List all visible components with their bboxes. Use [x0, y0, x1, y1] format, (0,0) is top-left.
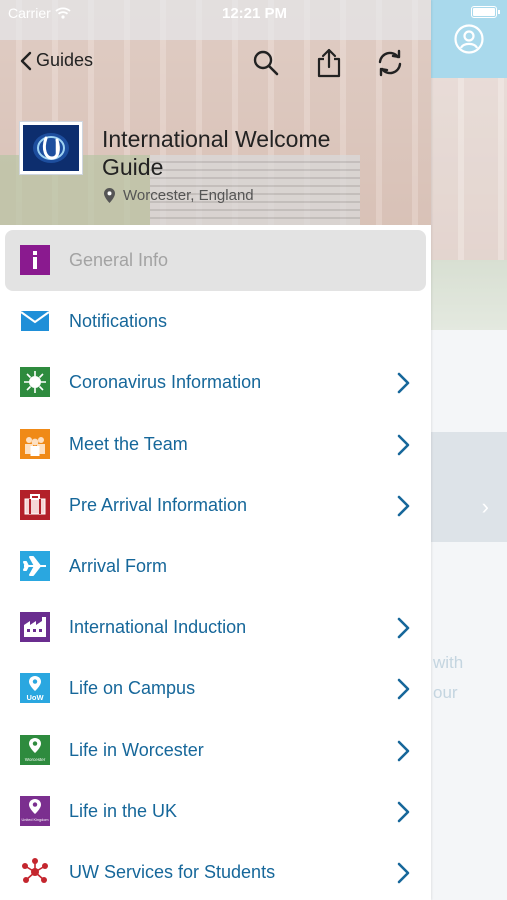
menu-item-general-info[interactable]: General Info — [5, 230, 426, 292]
info-icon — [20, 245, 50, 275]
background-text: with — [433, 653, 464, 672]
menu-item-label: Coronavirus Information — [69, 372, 262, 393]
chevron-right-icon — [397, 373, 410, 394]
background-text: our — [433, 683, 458, 702]
network-icon — [20, 856, 50, 887]
menu-item-arrival-form[interactable]: Arrival Form — [0, 536, 431, 597]
badge-text: Worcester — [25, 757, 46, 762]
airplane-icon — [20, 550, 50, 581]
guide-menu: General Info Notifications Coronavirus I… — [0, 230, 431, 900]
carrier: Carrier — [8, 5, 71, 21]
badge-text: UoW — [26, 693, 44, 702]
chevron-right-icon: › — [481, 494, 489, 519]
search-icon — [253, 50, 279, 76]
wifi-icon — [55, 7, 71, 19]
uow-pin-icon: UoW — [20, 673, 50, 704]
worcester-pin-icon: Worcester — [20, 734, 50, 765]
drawer-header: Guides International Welcome Guide Worce… — [0, 0, 431, 225]
back-button[interactable]: Guides — [20, 50, 93, 71]
chevron-right-icon — [397, 801, 410, 822]
uk-pin-icon: United Kingdom — [20, 795, 50, 826]
chevron-right-icon — [397, 679, 410, 700]
guide-location: Worcester, England — [104, 187, 254, 204]
menu-item-life-in-the-uk[interactable]: United Kingdom Life in the UK — [0, 781, 431, 842]
menu-item-label: Life on Campus — [69, 678, 196, 699]
menu-item-uw-services-for-students[interactable]: UW Services for Students — [0, 842, 431, 900]
menu-item-label: Pre Arrival Information — [69, 494, 248, 515]
menu-item-label: Life in the UK — [69, 800, 178, 821]
team-icon — [20, 428, 50, 459]
menu-item-label: Meet the Team — [69, 433, 188, 454]
chevron-right-icon — [397, 740, 410, 761]
menu-item-pre-arrival-information[interactable]: Pre Arrival Information — [0, 475, 431, 536]
status-bar: Carrier 12:21 PM — [0, 0, 507, 28]
menu-item-label: International Induction — [69, 617, 247, 638]
chevron-right-icon — [397, 862, 410, 884]
share-button[interactable] — [312, 46, 346, 80]
status-time: 12:21 PM — [222, 5, 288, 22]
menu-item-notifications[interactable]: Notifications — [0, 291, 431, 352]
carrier-label: Carrier — [8, 5, 51, 21]
badge-text: United Kingdom — [21, 818, 48, 822]
search-button[interactable] — [249, 46, 283, 80]
menu-item-label: Arrival Form — [69, 556, 167, 577]
share-icon — [317, 48, 341, 78]
back-button-label: Guides — [36, 50, 94, 70]
menu-item-meet-the-team[interactable]: Meet the Team — [0, 414, 431, 475]
guide-drawer: Guides International Welcome Guide Worce… — [0, 0, 431, 900]
menu-item-label: UW Services for Students — [69, 861, 276, 882]
guide-logo-icon — [33, 133, 69, 163]
suitcase-icon — [20, 489, 50, 520]
guide-logo — [20, 122, 82, 174]
chevron-left-icon — [20, 51, 32, 70]
menu-item-label: Life in Worcester — [69, 739, 204, 760]
virus-icon — [20, 367, 50, 398]
guide-title: International Welcome Guide — [102, 126, 331, 180]
refresh-icon — [378, 49, 402, 77]
battery-icon — [471, 6, 500, 18]
refresh-button[interactable] — [373, 46, 407, 80]
chevron-right-icon — [397, 617, 410, 639]
menu-item-coronavirus-information[interactable]: Coronavirus Information — [0, 352, 431, 413]
location-pin-icon — [104, 188, 115, 203]
chevron-right-icon — [397, 495, 410, 517]
menu-item-label: Notifications — [69, 311, 168, 332]
menu-item-life-on-campus[interactable]: UoW Life on Campus — [0, 658, 431, 719]
background-card[interactable]: › — [431, 432, 507, 542]
menu-item-international-induction[interactable]: International Induction — [0, 597, 431, 658]
factory-icon — [20, 612, 50, 643]
menu-item-label: General Info — [69, 250, 169, 271]
menu-item-life-in-worcester[interactable]: Worcester Life in Worcester — [0, 720, 431, 781]
envelope-icon — [20, 306, 50, 336]
chevron-right-icon — [397, 434, 410, 455]
guide-location-label: Worcester, England — [123, 187, 254, 204]
